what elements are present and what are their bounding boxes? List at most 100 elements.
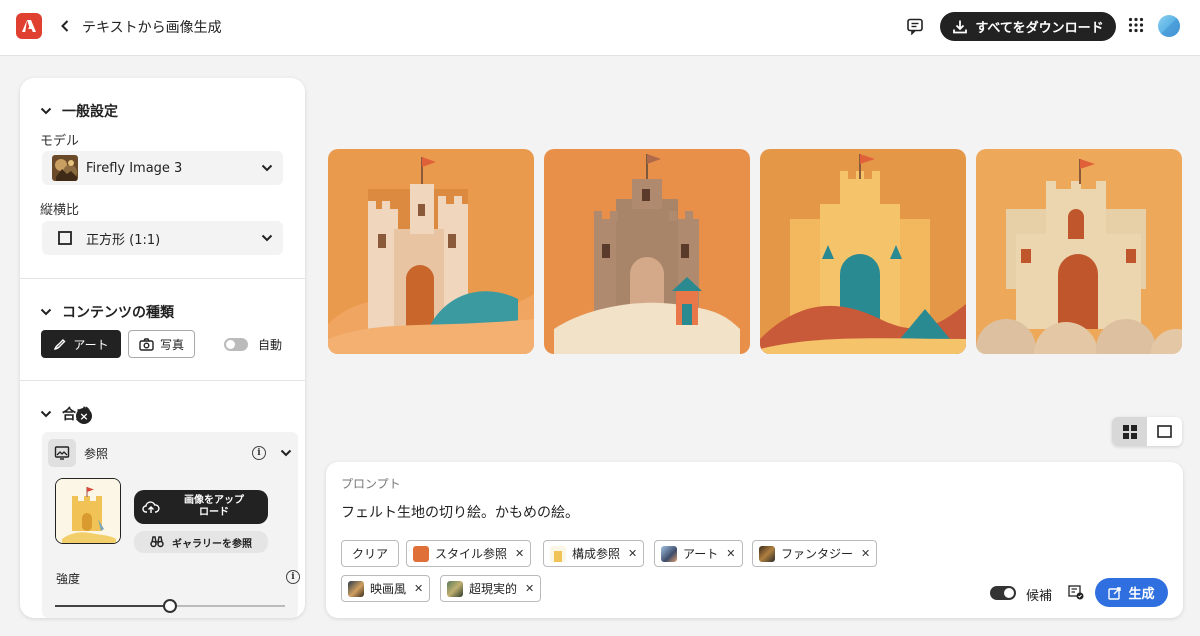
reference-thumbnail[interactable] (55, 478, 121, 544)
model-thumbnail (52, 155, 78, 181)
model-label: モデル (40, 134, 80, 149)
fantasy-chip[interactable]: ファンタジー ✕ (752, 540, 878, 567)
prompt-input[interactable]: フェルト生地の切り絵。かもめの絵。 (341, 502, 579, 522)
top-bar: テキストから画像生成 すべてをダウンロード (0, 0, 1200, 56)
candidate-toggle[interactable] (990, 586, 1016, 600)
composition-reference-thumbnail (550, 545, 566, 562)
chevron-down-icon (40, 408, 52, 420)
chip-label: 映画風 (370, 582, 407, 596)
chip-label: 超現実的 (469, 582, 518, 596)
binoculars-icon (150, 536, 164, 548)
close-icon[interactable]: ✕ (414, 582, 423, 595)
art-chip[interactable]: アート ✕ (654, 540, 743, 567)
photo-label: 写真 (159, 337, 184, 352)
upload-image-text: 画像をアップ ロード (168, 495, 260, 519)
download-icon (953, 20, 968, 33)
close-icon[interactable]: ✕ (515, 547, 524, 560)
close-icon[interactable]: ✕ (628, 547, 637, 560)
reference-label: 参照 (84, 446, 109, 461)
chip-label: アート (683, 547, 719, 561)
browse-gallery-button[interactable]: ギャラリーを参照 (134, 531, 268, 553)
content-type-title: コンテンツの種類 (62, 305, 174, 321)
back-chevron-icon[interactable] (56, 17, 74, 35)
general-settings-title: 一般設定 (62, 104, 118, 120)
chevron-down-icon (40, 306, 52, 318)
adobe-logo-icon[interactable] (16, 13, 42, 39)
cloud-upload-icon (142, 501, 160, 513)
clear-button[interactable]: クリア (341, 540, 400, 567)
reference-section: 参照 i 画像をアップ ロード ギャラリーを参照 強度 i (42, 432, 300, 618)
brush-icon (54, 339, 66, 350)
strength-slider[interactable] (55, 599, 285, 613)
upload-image-button[interactable]: 画像をアップ ロード (134, 490, 268, 524)
download-all-label: すべてをダウンロード (975, 21, 1104, 36)
close-icon[interactable]: ✕ (861, 547, 870, 560)
strength-slider-fill (55, 605, 170, 607)
generated-image-4[interactable] (976, 149, 1182, 354)
model-value: Firefly Image 3 (86, 160, 183, 176)
reference-header[interactable]: 参照 i (48, 438, 292, 468)
divider (20, 278, 305, 279)
generated-image-3[interactable] (760, 149, 966, 354)
divider (20, 380, 305, 381)
grid-view-icon[interactable] (1112, 417, 1147, 446)
art-thumbnail (661, 545, 677, 562)
aspect-ratio-value: 正方形 (1:1) (86, 232, 161, 248)
cinematic-thumbnail (348, 580, 364, 597)
close-icon[interactable]: ✕ (525, 582, 534, 595)
chevron-down-icon[interactable] (280, 447, 292, 459)
composition-reference-chip[interactable]: 構成参照 ✕ (543, 540, 645, 567)
chevron-down-icon (40, 105, 52, 117)
settings-badge-icon[interactable] (1068, 584, 1084, 600)
close-icon[interactable]: ✕ (726, 547, 735, 560)
remove-reference-close-icon[interactable]: × (76, 408, 92, 424)
page-title: テキストから画像生成 (82, 20, 222, 36)
square-icon (52, 231, 78, 245)
chip-label: 構成参照 (572, 547, 621, 561)
generated-image-2[interactable] (544, 149, 750, 354)
chevron-down-icon (261, 162, 273, 174)
upload-label-line1: 画像をアップ (184, 495, 244, 506)
strength-label: 強度 (56, 572, 81, 586)
info-icon[interactable]: i (252, 446, 266, 460)
auto-toggle[interactable] (224, 338, 248, 351)
apps-grid-icon[interactable] (1128, 17, 1144, 33)
browse-gallery-label: ギャラリーを参照 (172, 538, 252, 550)
surreal-thumbnail (447, 580, 463, 597)
upload-label-line2: ロード (199, 507, 229, 518)
download-all-button[interactable]: すべてをダウンロード (940, 12, 1116, 41)
cinematic-chip[interactable]: 映画風 ✕ (341, 575, 431, 602)
style-reference-chip[interactable]: スタイル参照 ✕ (406, 540, 532, 567)
art-button[interactable]: アート (41, 330, 121, 358)
content-type-header[interactable]: コンテンツの種類 (40, 302, 174, 322)
clear-label: クリア (352, 547, 389, 561)
generate-button[interactable]: 生成 (1095, 578, 1168, 607)
chevron-down-icon (261, 232, 273, 244)
photo-button[interactable]: 写真 (128, 330, 195, 358)
aspect-ratio-label: 縦横比 (40, 203, 80, 218)
candidate-label: 候補 (1026, 589, 1053, 604)
reference-image-icon (48, 439, 76, 467)
chip-label: スタイル参照 (435, 547, 508, 561)
aspect-ratio-select[interactable]: 正方形 (1:1) (42, 221, 283, 255)
camera-icon (139, 337, 154, 351)
strength-slider-handle[interactable] (163, 599, 177, 613)
auto-label: 自動 (258, 338, 283, 352)
fantasy-thumbnail (759, 545, 775, 562)
generated-image-1[interactable] (328, 149, 534, 354)
surreal-chip[interactable]: 超現実的 ✕ (440, 575, 542, 602)
style-reference-thumbnail (413, 545, 429, 562)
chip-label: ファンタジー (781, 547, 854, 561)
feedback-comment-icon[interactable] (905, 16, 925, 36)
user-avatar[interactable] (1158, 15, 1180, 37)
info-icon[interactable]: i (286, 570, 300, 584)
model-select[interactable]: Firefly Image 3 (42, 151, 283, 185)
settings-panel: 一般設定 モデル Firefly Image 3 縦横比 正方形 (1:1) コ… (20, 78, 305, 618)
generate-icon (1108, 586, 1122, 600)
generate-label: 生成 (1128, 587, 1155, 602)
view-toggle (1112, 417, 1182, 446)
single-view-icon[interactable] (1147, 417, 1182, 446)
prompt-label: プロンプト (341, 477, 401, 491)
general-settings-header[interactable]: 一般設定 (40, 101, 118, 121)
art-label: アート (73, 337, 109, 352)
